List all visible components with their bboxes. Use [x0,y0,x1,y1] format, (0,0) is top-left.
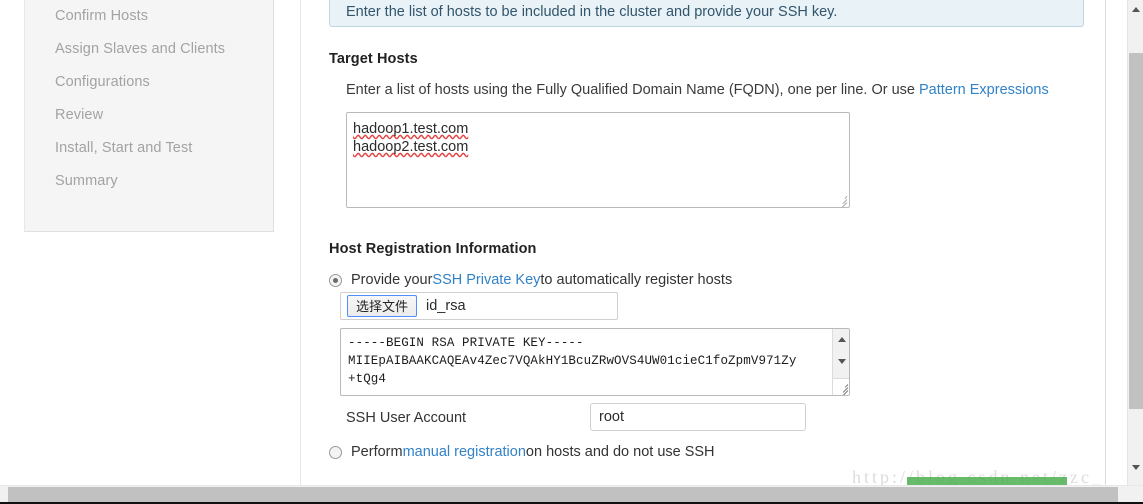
page-vertical-scrollbar[interactable] [1127,0,1143,487]
target-hosts-hint: Enter a list of hosts using the Fully Qu… [346,82,1049,98]
sidebar-item-label: Install, Start and Test [55,140,193,156]
scroll-up-icon[interactable] [1128,1,1143,18]
page-horizontal-scrollbar[interactable] [0,485,1143,502]
ssh-user-account-label: SSH User Account [346,410,467,426]
ssh-private-key-textarea[interactable]: -----BEGIN RSA PRIVATE KEY----- MIIEpAIB… [340,328,850,396]
vertical-scroll-thumb[interactable] [1129,53,1143,409]
sidebar-item-label: Summary [55,173,118,189]
ssh-private-key-link[interactable]: SSH Private Key [432,272,540,288]
wizard-sidebar: Confirm Hosts Assign Slaves and Clients … [24,0,274,232]
content-left-divider [300,0,301,487]
manual-registration-link[interactable]: manual registration [403,444,526,460]
resize-grip-icon[interactable] [836,194,848,207]
selected-file-name: id_rsa [426,298,466,314]
sidebar-item-configurations[interactable]: Configurations [25,66,273,99]
sidebar-item-label: Configurations [55,74,150,90]
sidebar-item-label: Assign Slaves and Clients [55,41,226,57]
target-hosts-heading: Target Hosts [329,51,418,67]
manual-registration-radio-row[interactable]: Perform manual registration on hosts and… [329,444,715,460]
scroll-down-icon[interactable] [833,353,849,370]
content-right-divider [1105,0,1127,487]
key-textarea-scrollbar[interactable] [832,329,849,395]
sidebar-item-review[interactable]: Review [25,99,273,132]
info-banner-text: Enter the list of hosts to be included i… [346,4,838,20]
ssh-key-file-input[interactable]: 选择文件 id_rsa [340,292,618,320]
host-registration-heading: Host Registration Information [329,241,537,257]
info-banner: Enter the list of hosts to be included i… [329,0,1084,27]
radio-button-manual-registration[interactable] [329,445,342,459]
choose-file-button[interactable]: 选择文件 [347,295,418,317]
target-hosts-textarea[interactable]: hadoop1.test.com hadoop2.test.com [346,112,850,208]
manual-option-prefix: Perform [351,444,403,460]
target-hosts-hint-text: Enter a list of hosts using the Fully Qu… [346,82,919,98]
watermark-highlight-bar [907,477,1067,485]
ssh-private-key-radio-row[interactable]: Provide your SSH Private Key to automati… [329,272,732,288]
radio-button-ssh-key[interactable] [329,273,342,287]
ssh-private-key-value: -----BEGIN RSA PRIVATE KEY----- MIIEpAIB… [348,336,797,386]
manual-option-suffix: on hosts and do not use SSH [525,444,715,460]
sidebar-item-summary[interactable]: Summary [25,165,273,198]
ssh-user-account-value: root [599,409,624,425]
resize-grip-icon[interactable] [833,378,849,395]
page-root: Confirm Hosts Assign Slaves and Clients … [0,0,1143,504]
scroll-down-icon[interactable] [1128,459,1143,476]
ssh-option-prefix: Provide your [351,272,433,288]
horizontal-scroll-thumb[interactable] [8,487,1118,502]
pattern-expressions-link[interactable]: Pattern Expressions [919,82,1049,98]
host-entry: hadoop1.test.com [353,121,469,137]
sidebar-item-confirm-hosts[interactable]: Confirm Hosts [25,0,273,33]
scroll-up-icon[interactable] [833,331,849,348]
sidebar-item-label: Confirm Hosts [55,8,149,24]
sidebar-item-label: Review [55,107,104,123]
sidebar-item-assign-slaves-and-clients[interactable]: Assign Slaves and Clients [25,33,273,66]
sidebar-item-install-start-and-test[interactable]: Install, Start and Test [25,132,273,165]
ssh-user-account-input[interactable]: root [590,403,806,431]
ssh-option-suffix: to automatically register hosts [540,272,733,288]
host-entry: hadoop2.test.com [353,139,469,155]
